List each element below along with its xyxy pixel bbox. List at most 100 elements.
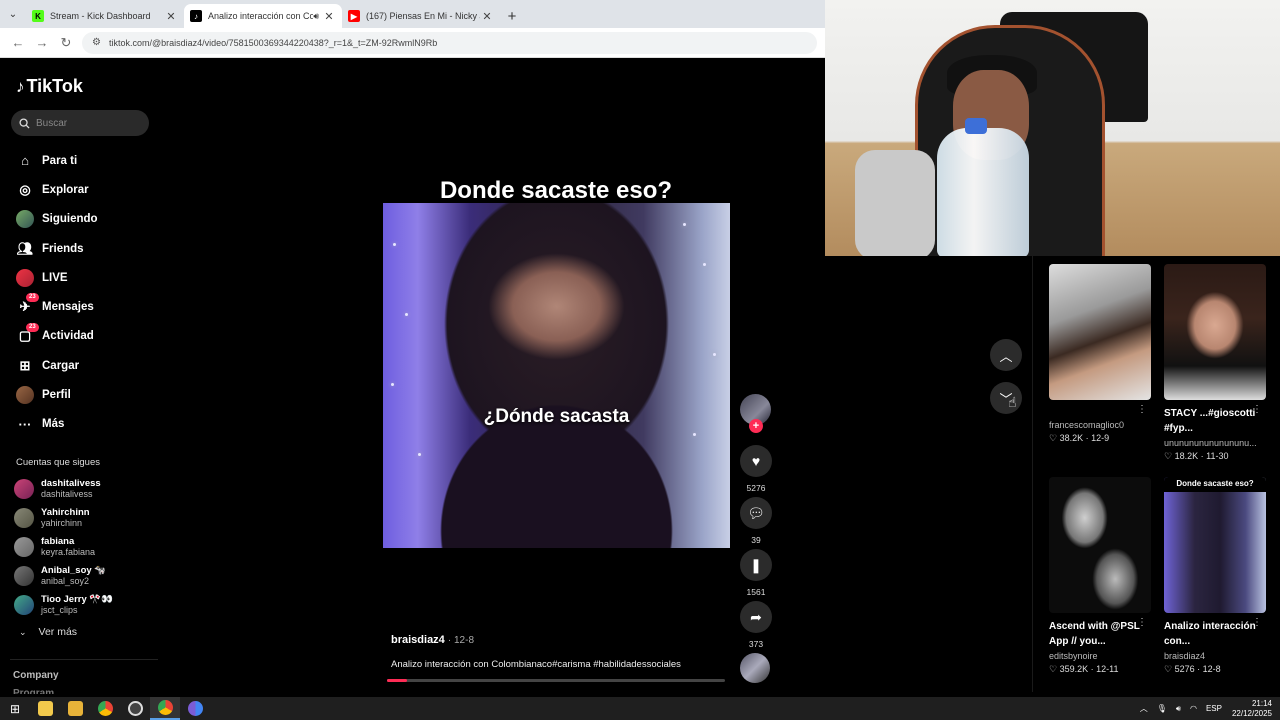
like-button[interactable]: ♥ 5276 [740,445,772,493]
nav-item-mensajes[interactable]: ✈︎ 23 Mensajes [16,292,156,321]
forward-arrow-icon[interactable]: → [30,31,54,55]
browser-tab-bar: ⌄ K Stream - Kick Dashboard ✕ ♪ Analizo … [0,0,825,28]
back-arrow-icon[interactable]: ← [6,31,30,55]
tiktok-icon: ♪ [190,10,202,22]
recommended-video[interactable]: ⋮ Ascend with @PSL App // you... editsby… [1049,477,1151,675]
share-button[interactable]: ➦ 373 [740,601,772,649]
browser-tab-kick[interactable]: K Stream - Kick Dashboard ✕ [26,4,184,28]
network-icon[interactable]: ◠ [1190,704,1197,713]
video-author[interactable]: ununununununununu... [1164,438,1264,448]
video-thumbnail[interactable] [1164,264,1266,400]
file-explorer-icon[interactable] [60,697,90,720]
search-input[interactable] [36,117,136,129]
video-title[interactable]: Analizo interacción con... [1164,619,1256,649]
see-more-button[interactable]: ⌄ Ver más [19,626,77,638]
progress-fill [387,679,408,682]
chrome-profile-icon[interactable] [180,697,210,720]
video-author[interactable]: braisdiaz4 [391,634,445,646]
account-name: Yahirchinn [41,506,90,518]
compass-icon: ◎ [19,181,31,197]
close-icon[interactable]: ✕ [322,10,336,23]
nav-label: Más [42,418,65,431]
nav-item-explorar[interactable]: ◎ Explorar [16,175,156,204]
nav-item-perfil[interactable]: Perfil [16,380,156,409]
nav-item-cargar[interactable]: ⊞ Cargar [16,351,156,380]
nav-item-para-ti[interactable]: ⌂ Para ti [16,146,156,175]
following-account[interactable]: Anibal_soy 🐄 anibal_soy2 [14,562,160,591]
account-handle: jsct_clips [41,605,78,616]
video-date: 12-8 [1202,664,1221,674]
more-options-icon[interactable]: ⋮ [1137,404,1147,415]
tray-chevron-up-icon[interactable]: ︿ [1140,703,1148,714]
previous-video-button[interactable]: ︿ [990,339,1022,371]
comment-button[interactable]: 💬︎ 39 [740,497,772,545]
nav-item-mas[interactable]: ··· Más [16,410,156,439]
chrome-active-icon[interactable] [150,697,180,720]
microphone-icon[interactable]: 🎙︎ [1157,704,1167,713]
nav-item-siguiendo[interactable]: Siguiendo [16,205,156,234]
video-thumbnail[interactable] [1049,264,1151,400]
clock[interactable]: 21:14 22/12/2025 [1232,699,1272,719]
company-link[interactable]: Company [13,670,59,681]
video-stats: ♡ 38.2K · 12-9 [1049,433,1110,443]
follow-plus-icon[interactable]: + [749,419,763,433]
following-account[interactable]: Tioo Jerry 🎌👀 jsct_clips [14,591,160,620]
tiktok-logo[interactable]: ♪ TikTok [16,76,83,97]
following-account[interactable]: dashitalivess dashitalivess [14,474,160,503]
recommended-video[interactable]: ⋮ STACY ...#gioscotti #fyp... ununununun… [1164,264,1266,462]
new-tab-plus-icon[interactable]: + [500,4,524,28]
following-account[interactable]: Yahirchinn yahirchinn [14,503,160,532]
obs-icon[interactable] [120,697,150,720]
volume-icon[interactable]: 🔊︎ [1176,704,1181,714]
apps-icon[interactable] [30,697,60,720]
save-button[interactable]: ❚ 1561 [740,549,772,597]
address-bar: ← → ↻ ⚙︎ tiktok.com/@braisdiaz4/video/75… [0,28,825,58]
nav-item-live[interactable]: LIVE [16,263,156,292]
video-author[interactable]: braisdiaz4 [1164,651,1264,661]
like-count: 38.2K [1059,433,1084,443]
chrome-icon[interactable] [90,697,120,720]
nav-label: Mensajes [42,301,94,314]
nav-item-friends[interactable]: 👥︎ Friends [16,234,156,263]
video-thumbnail[interactable] [1049,477,1151,613]
video-title[interactable]: STACY ...#gioscotti #fyp... [1164,406,1256,436]
more-options-icon[interactable]: ⋮ [1252,617,1262,628]
search-box[interactable] [11,110,149,136]
video-title[interactable]: Ascend with @PSL App // you... [1049,619,1141,649]
heart-icon: ♥ [740,445,772,477]
video-thumbnail[interactable]: Donde sacaste eso? [1164,477,1266,613]
home-icon: ⌂ [21,153,29,169]
thumbnail-caption: Donde sacaste eso? [1164,477,1266,492]
nav-item-actividad[interactable]: ▢ 23 Actividad [16,322,156,351]
next-video-button[interactable]: ﹀ [990,382,1022,414]
program-link[interactable]: Program [13,688,54,694]
video-author[interactable]: editsbynoire [1049,651,1149,661]
profile-avatar-icon [16,386,34,405]
recommended-video[interactable]: ⋮ francescomaglioc0 ♡ 38.2K · 12-9 [1049,264,1151,444]
sparkle [703,263,706,266]
tab-search-chevron-icon[interactable]: ⌄ [0,0,26,28]
windows-start-icon[interactable]: ⊞ [0,697,30,720]
site-settings-icon[interactable]: ⚙︎ [92,37,101,48]
browser-tab-tiktok[interactable]: ♪ Analizo interacción con Col 🔊︎ ✕ [184,4,342,28]
language-indicator[interactable]: ESP [1206,704,1222,713]
account-name: Tioo Jerry 🎌👀 [41,594,114,606]
close-icon[interactable]: ✕ [480,10,494,23]
nav-label: Friends [42,242,84,255]
like-count: 5276 [1174,664,1195,674]
video-author[interactable]: francescomaglioc0 [1049,420,1149,430]
close-icon[interactable]: ✕ [164,10,178,23]
speaker-icon[interactable]: 🔊︎ [313,11,319,22]
video-progress-bar[interactable] [387,679,725,682]
more-options-icon[interactable]: ⋮ [1252,404,1262,415]
recommended-video[interactable]: Donde sacaste eso? ⋮ Analizo interacción… [1164,477,1266,675]
avatar [14,595,34,616]
video-player[interactable] [383,203,730,548]
more-options-icon[interactable]: ⋮ [1137,617,1147,628]
sound-avatar[interactable] [740,653,770,683]
url-field[interactable]: ⚙︎ tiktok.com/@braisdiaz4/video/75815003… [82,31,817,54]
browser-tab-youtube[interactable]: ▶ (167) Piensas En Mi - Nicky Jam ✕ [342,4,500,28]
video-description: Analizo interacción con Colombianaco#car… [391,659,681,670]
reload-icon[interactable]: ↻ [54,31,78,55]
following-account[interactable]: fabiana keyra.fabiana [14,532,160,561]
